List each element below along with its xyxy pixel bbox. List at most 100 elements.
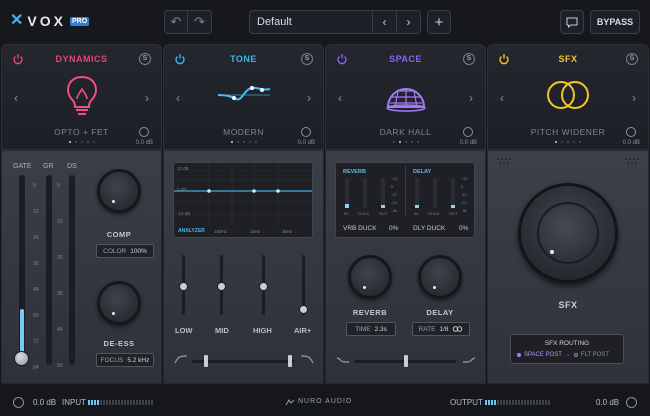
logo-text: VOX [27, 13, 66, 29]
top-bar: ✕ VOX PRO ↶ ↷ Default ‹ › + BYPASS [0, 0, 650, 44]
bypass-button[interactable]: BYPASS [590, 10, 640, 34]
delay-knob[interactable] [418, 255, 462, 299]
route-a-option[interactable]: SPACE POST [524, 352, 562, 358]
focus-value-box[interactable]: FOCUS 5.2 kHz [96, 353, 154, 367]
delay-label: DELAY [426, 308, 454, 317]
preset-prev-button[interactable]: ‹ [372, 11, 396, 33]
knob-indicator [112, 312, 115, 315]
prev-preset-icon[interactable]: ‹ [500, 91, 504, 105]
next-preset-icon[interactable]: › [307, 91, 311, 105]
mid-slider-thumb[interactable] [217, 282, 226, 291]
lowcut-handle[interactable] [204, 355, 208, 367]
reverb-label: REVERB [352, 308, 388, 317]
next-preset-icon[interactable]: › [469, 91, 473, 105]
solo-icon[interactable]: S [301, 53, 313, 65]
redo-button[interactable]: ↷ [188, 10, 212, 34]
ds-scale-label: 40 [57, 327, 63, 333]
module-space[interactable]: SPACE S ‹ › DARK HALL 0.0 dB [325, 44, 486, 150]
solo-icon[interactable]: S [626, 53, 638, 65]
add-preset-button[interactable]: + [427, 10, 451, 34]
rate-label: RATE [418, 325, 436, 333]
preset-name: Default [257, 16, 292, 28]
ds-scale-label: 10 [57, 219, 63, 225]
gate-scale-label: 60 [33, 313, 39, 319]
sfx-routing-box[interactable]: SFX ROUTING SPACE POST → FLT POST [510, 334, 624, 364]
gate-scale-label: 36 [33, 261, 39, 267]
route-b-dot-icon [573, 353, 578, 357]
module-title: TONE [230, 54, 257, 64]
duck-highcut-icon [463, 357, 476, 363]
gate-meter[interactable] [19, 175, 25, 365]
space-meters-display: REVERB DELAY IN DUCK OUT IN DUCK OUT +12… [335, 162, 475, 238]
dly-duck-value[interactable]: 0% [459, 225, 468, 232]
solo-icon[interactable]: S [139, 53, 151, 65]
output-gain-knob[interactable] [626, 397, 637, 408]
space-scale-label: -36 [461, 208, 467, 213]
next-preset-icon[interactable]: › [145, 91, 149, 105]
reverb-knob[interactable] [348, 255, 392, 299]
knob-indicator [363, 286, 366, 289]
db-label-mid: 0 dB [177, 187, 187, 192]
solo-icon[interactable]: S [463, 53, 475, 65]
duck-label: DUCK [428, 211, 440, 216]
knob-indicator [112, 200, 115, 203]
comp-knob[interactable] [97, 169, 141, 213]
module-gain-knob[interactable] [626, 127, 636, 137]
prev-preset-icon[interactable]: ‹ [338, 91, 342, 105]
ds-scale-label: 0 [57, 183, 60, 189]
module-dynamics[interactable]: DYNAMICS S ‹ › OPTO + FET 0.0 dB [1, 44, 162, 150]
eq-display[interactable]: 12 dB 0 dB -12 dB ANALYZER 180Hz 1kHz 3k… [173, 162, 313, 238]
module-sfx[interactable]: SFX S ‹ › PITCH WIDENER 0.0 dB [487, 44, 649, 150]
module-gain-knob[interactable] [139, 127, 149, 137]
db-label-top: 12 dB [177, 166, 189, 171]
overlap-circles-icon [547, 81, 589, 109]
input-gain-knob[interactable] [13, 397, 24, 408]
high-slider-thumb[interactable] [259, 282, 268, 291]
space-scale-label: 0 [391, 184, 394, 189]
gate-threshold-handle[interactable] [14, 351, 29, 366]
feedback-button[interactable] [560, 10, 584, 34]
low-slider-thumb[interactable] [179, 282, 188, 291]
chat-bubble-icon [566, 17, 578, 28]
sfx-knob[interactable] [518, 183, 618, 283]
reverb-tab[interactable]: REVERB [343, 169, 366, 175]
tone-panel: 12 dB 0 dB -12 dB ANALYZER 180Hz 1kHz 3k… [163, 150, 324, 384]
logo-badge: PRO [69, 16, 90, 26]
highcut-handle[interactable] [288, 355, 292, 367]
deess-knob[interactable] [97, 281, 141, 325]
brand-logo-icon [285, 399, 295, 406]
air-slider-thumb[interactable] [299, 305, 308, 314]
output-level-meter [485, 400, 550, 405]
output-label: OUTPUT [450, 398, 483, 407]
preset-next-button[interactable]: › [396, 11, 420, 33]
vrb-duck-label: VRB DUCK [343, 225, 377, 232]
prev-preset-icon[interactable]: ‹ [14, 91, 18, 105]
undo-button[interactable]: ↶ [164, 10, 188, 34]
logo: ✕ VOX PRO [10, 13, 90, 29]
delay-tab[interactable]: DELAY [413, 169, 431, 175]
space-tone-handle[interactable] [404, 355, 408, 367]
vrb-duck-value[interactable]: 0% [389, 225, 398, 232]
analyzer-toggle[interactable]: ANALYZER [178, 228, 205, 234]
module-gain-value: 0.0 dB [135, 140, 153, 146]
preset-selector[interactable]: Default ‹ › [249, 10, 421, 34]
space-scale-label: 0 [461, 184, 464, 189]
rate-value-box[interactable]: RATE 1/8 [412, 322, 470, 336]
next-preset-icon[interactable]: › [632, 91, 636, 105]
module-gain-knob[interactable] [301, 127, 311, 137]
time-value-box[interactable]: TIME 2.3s [346, 322, 396, 336]
gate-meter-label: GATE [13, 163, 32, 170]
module-gain-knob[interactable] [463, 127, 473, 137]
route-a-dot-icon [517, 353, 521, 357]
module-tone[interactable]: TONE S ‹ › MODERN 0.0 dB [163, 44, 324, 150]
color-value: 100% [130, 247, 147, 255]
prev-preset-icon[interactable]: ‹ [176, 91, 180, 105]
ds-scale-label: 20 [57, 255, 63, 261]
grille-dots-icon [625, 158, 639, 164]
dly-duck-label: DLY DUCK [413, 225, 446, 232]
gate-scale-label: 24 [33, 235, 39, 241]
link-icon[interactable] [452, 326, 463, 332]
route-b-option[interactable]: FLT POST [581, 352, 609, 358]
color-value-box[interactable]: COLOR 100% [96, 244, 154, 258]
sfx-panel: SFX SFX ROUTING SPACE POST → FLT POST [487, 150, 649, 384]
